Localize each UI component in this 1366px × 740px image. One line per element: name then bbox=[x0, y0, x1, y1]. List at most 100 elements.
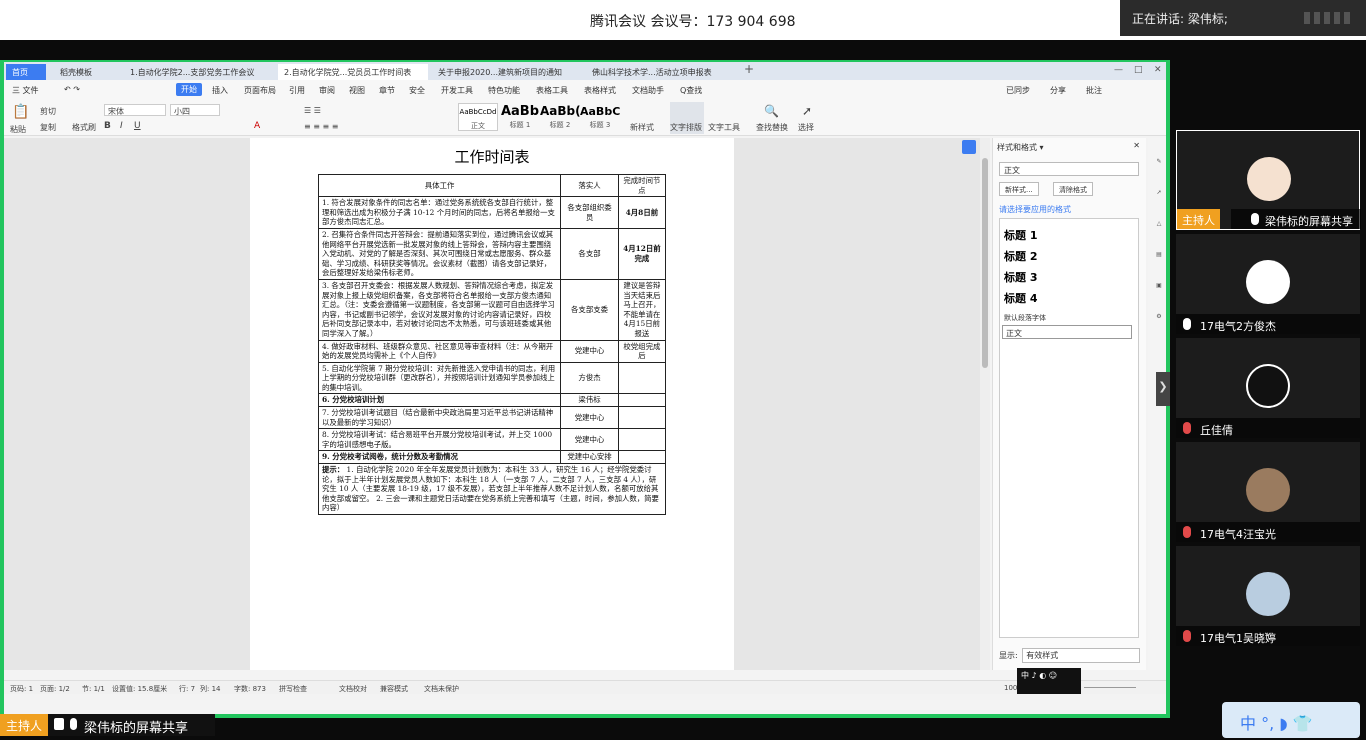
proofread-button[interactable]: 文档校对 bbox=[339, 684, 367, 694]
close-pane-icon[interactable]: ✕ bbox=[1133, 141, 1140, 150]
participant-tile[interactable]: 17电气2方俊杰 bbox=[1176, 234, 1360, 334]
sync-status[interactable]: 已同步 bbox=[1006, 85, 1030, 96]
shape-tool-icon[interactable]: △ bbox=[1148, 220, 1166, 227]
menu-chapter[interactable]: 章节 bbox=[379, 85, 395, 96]
document-page[interactable]: 工作时间表 具体工作 落实人 完成时间节点 1. 符合发展对象条件的同志名单：通… bbox=[250, 138, 734, 670]
style-normal[interactable]: AaBbCcDd 正文 bbox=[458, 103, 498, 131]
style-tool-icon[interactable]: ✎ bbox=[1148, 158, 1166, 165]
find-replace-button[interactable]: 查找替换 bbox=[756, 122, 788, 133]
protect-status[interactable]: 文档未保护 bbox=[424, 684, 459, 694]
share-button[interactable]: 分享 bbox=[1050, 85, 1066, 96]
table-row: 6. 分党校培训计划 梁伟标 bbox=[317, 393, 667, 408]
menu-table-tools[interactable]: 表格工具 bbox=[536, 85, 568, 96]
tab-doc-4[interactable]: 佛山科学技术学...活动立项申报表 bbox=[586, 64, 736, 80]
tab-doc-1[interactable]: 1.自动化学院2...支部党务工作会议 bbox=[124, 64, 274, 80]
font-size-select[interactable]: 小四 bbox=[170, 104, 220, 116]
font-color-icon[interactable]: A bbox=[254, 121, 260, 131]
cell-person: 各支部组织委员 bbox=[560, 196, 619, 229]
participant-tile[interactable]: 17电气4汪宝光 bbox=[1176, 442, 1360, 542]
menu-review[interactable]: 审阅 bbox=[319, 85, 335, 96]
style-heading-2[interactable]: AaBb( 标题 2 bbox=[540, 103, 581, 131]
list-icon[interactable]: ☰ ☰ bbox=[304, 106, 321, 115]
menu-reference[interactable]: 引用 bbox=[289, 85, 305, 96]
format-painter-button[interactable]: 格式刷 bbox=[72, 122, 96, 133]
tab-doc-2[interactable]: 2.自动化学院党...党员员工作时间表 bbox=[278, 64, 428, 80]
cursor-icon[interactable]: ➚ bbox=[802, 104, 812, 118]
menu-dev-tools[interactable]: 开发工具 bbox=[441, 85, 473, 96]
align-icon[interactable]: ≡ ≡ ≡ ≡ bbox=[304, 122, 338, 131]
style-item[interactable]: 默认段落字体 bbox=[1004, 313, 1046, 323]
style-heading-1[interactable]: AaBb 标题 1 bbox=[500, 103, 540, 131]
font-name-select[interactable]: 宋体 bbox=[104, 104, 166, 116]
paste-icon[interactable]: 📋 bbox=[12, 104, 29, 120]
tab-home[interactable]: 首页 bbox=[6, 64, 46, 80]
italic-icon[interactable]: I bbox=[120, 121, 123, 131]
menu-insert[interactable]: 插入 bbox=[212, 85, 228, 96]
style-item[interactable]: 标题 4 bbox=[1004, 290, 1037, 306]
screen-share-icon bbox=[54, 718, 64, 730]
style-item[interactable]: 标题 1 bbox=[1004, 227, 1037, 243]
maximize-icon[interactable]: □ bbox=[1134, 65, 1143, 75]
cell-time bbox=[617, 361, 667, 395]
spell-check-button[interactable]: 拼写检查 bbox=[279, 684, 307, 694]
ime-toolbar[interactable]: 中 ♪ ◐ ☺ bbox=[1017, 668, 1081, 694]
style-item-selected[interactable]: 正文 bbox=[1002, 325, 1132, 339]
search-icon[interactable]: 🔍 bbox=[764, 104, 779, 118]
settings-icon[interactable]: ⚙ bbox=[1148, 313, 1166, 320]
cell-person: 党建中心 bbox=[560, 406, 619, 430]
menu-start[interactable]: 开始 bbox=[176, 83, 202, 96]
minimize-icon[interactable]: — bbox=[1114, 65, 1123, 75]
scrollbar-thumb[interactable] bbox=[982, 158, 988, 368]
cell-time bbox=[617, 406, 667, 430]
new-tab-icon[interactable]: + bbox=[744, 62, 754, 76]
clear-format-button[interactable]: 清除格式 bbox=[1053, 182, 1093, 196]
document-area: 工作时间表 具体工作 落实人 完成时间节点 1. 符合发展对象条件的同志名单：通… bbox=[4, 138, 982, 670]
zoom-slider[interactable] bbox=[1084, 687, 1136, 688]
cell-work: 5. 自动化学院第 7 期分党校培训：对先新推选入党申请书的同志，利用上学期的分… bbox=[317, 361, 562, 395]
collapse-chevron-icon[interactable]: ⌄ bbox=[1262, 624, 1274, 640]
menu-layout[interactable]: 页面布局 bbox=[244, 85, 276, 96]
document-scrollbar[interactable] bbox=[980, 138, 990, 670]
menu-table-style[interactable]: 表格样式 bbox=[584, 85, 616, 96]
cut-button[interactable]: 剪切 bbox=[40, 106, 56, 117]
tab-docer[interactable]: 稻壳模板 bbox=[54, 64, 116, 80]
menu-view[interactable]: 视图 bbox=[349, 85, 365, 96]
new-style-pane-button[interactable]: 新样式... bbox=[999, 182, 1039, 196]
location-icon[interactable] bbox=[962, 140, 976, 154]
tab-doc-3[interactable]: 关于申报2020...建筑新项目的通知 bbox=[432, 64, 582, 80]
style-list: 标题 1 标题 2 标题 3 标题 4 默认段落字体 正文 bbox=[999, 218, 1139, 638]
select-button[interactable]: 选择 bbox=[798, 122, 814, 133]
menu-security[interactable]: 安全 bbox=[409, 85, 425, 96]
current-style-select[interactable]: 正文 bbox=[999, 162, 1139, 176]
status-pages: 页面: 1/2 bbox=[40, 685, 70, 693]
participant-tile[interactable]: 主持人 梁伟标的屏幕共享 bbox=[1176, 130, 1361, 230]
chart-tool-icon[interactable]: ▤ bbox=[1148, 251, 1166, 258]
new-style-button[interactable]: 新样式 bbox=[630, 122, 654, 133]
style-item[interactable]: 标题 3 bbox=[1004, 269, 1037, 285]
cell-person: 各支部支委 bbox=[560, 278, 619, 341]
copy-button[interactable]: 复制 bbox=[40, 122, 56, 133]
comment-button[interactable]: 批注 bbox=[1086, 85, 1102, 96]
close-icon[interactable]: ✕ bbox=[1154, 65, 1162, 75]
ime-floating-bar[interactable]: 中 °, ◗ 👕 bbox=[1222, 702, 1360, 738]
menu-features[interactable]: 特色功能 bbox=[488, 85, 520, 96]
style-heading-3[interactable]: AaBbC 标题 3 bbox=[580, 103, 620, 131]
paste-button[interactable]: 粘贴 bbox=[10, 124, 26, 135]
underline-icon[interactable]: U bbox=[134, 121, 141, 131]
table-header-row: 具体工作 落实人 完成时间节点 bbox=[317, 173, 667, 198]
image-tool-icon[interactable]: ▣ bbox=[1148, 282, 1166, 289]
text-tools-button[interactable]: 文字工具 bbox=[708, 122, 740, 133]
participant-tile[interactable]: 丘佳倩 bbox=[1176, 338, 1360, 438]
select-tool-icon[interactable]: ➚ bbox=[1148, 189, 1166, 196]
bold-icon[interactable]: B bbox=[104, 121, 111, 131]
cell-person: 党建中心安排 bbox=[560, 450, 619, 465]
undo-icon[interactable]: ↶ ↷ bbox=[64, 85, 80, 94]
menu-search[interactable]: Q查找 bbox=[680, 85, 702, 96]
expand-arrow-icon[interactable]: ❯ bbox=[1156, 372, 1170, 406]
text-layout-button[interactable]: 文字排版 bbox=[670, 122, 702, 133]
show-select[interactable]: 有效样式 bbox=[1022, 648, 1141, 663]
style-item[interactable]: 标题 2 bbox=[1004, 248, 1037, 264]
header-work: 具体工作 bbox=[317, 173, 562, 198]
menu-file[interactable]: 三 文件 bbox=[12, 85, 39, 96]
menu-doc-assistant[interactable]: 文档助手 bbox=[632, 85, 664, 96]
